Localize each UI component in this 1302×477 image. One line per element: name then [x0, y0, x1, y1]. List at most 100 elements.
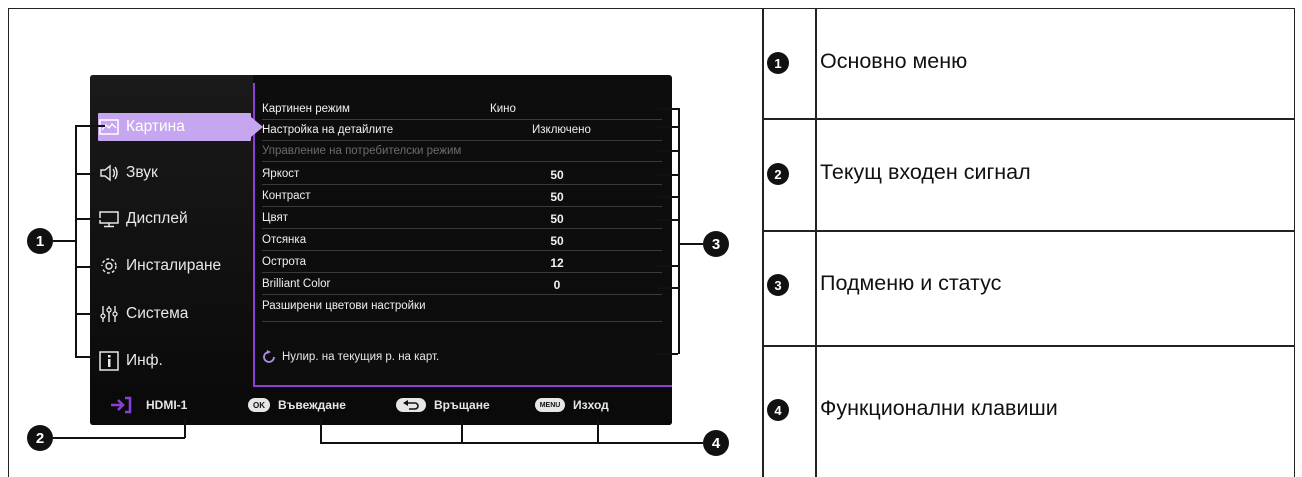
row-value: 50 — [550, 168, 564, 182]
callout-tick — [658, 265, 678, 267]
menu-badge: MENU — [535, 398, 565, 412]
picture-icon — [98, 116, 120, 138]
menu-item-label: Инсталиране — [126, 257, 222, 274]
row-label: Контраст — [262, 190, 311, 202]
callout-wire — [320, 442, 703, 444]
submenu-row-sharpness[interactable]: Острота 12 — [262, 252, 662, 273]
callout-wire — [461, 418, 463, 443]
callout-tick — [658, 287, 678, 289]
legend-number-1: 1 — [767, 52, 789, 74]
submenu-row-tint[interactable]: Отсянка 50 — [262, 230, 662, 251]
callout-tick — [75, 173, 97, 175]
row-label: Яркост — [262, 168, 300, 180]
callout-2: 2 — [27, 425, 53, 451]
menu-item-install[interactable]: Инсталиране — [98, 252, 221, 280]
info-icon — [98, 350, 120, 372]
menu-item-picture[interactable]: Картина — [98, 113, 263, 141]
table-divider — [762, 345, 1295, 347]
callout-tick — [658, 353, 678, 355]
row-label: Острота — [262, 256, 307, 268]
row-value: 50 — [550, 212, 564, 226]
row-label: Настройка на детайлите — [262, 124, 394, 136]
input-arrow-icon — [110, 396, 132, 414]
callout-wire — [320, 418, 322, 443]
menu-item-label: Инф. — [126, 352, 163, 369]
ok-enter-key[interactable]: OK Въвеждане — [248, 395, 346, 415]
submenu-row-brilliant-color[interactable]: Brilliant Color 0 — [262, 274, 662, 295]
callout-tick — [75, 266, 103, 268]
callout-wire — [678, 243, 703, 245]
callout-bracket — [75, 125, 77, 357]
submenu-row-contrast[interactable]: Контраст 50 — [262, 186, 662, 207]
back-key[interactable]: Връщане — [396, 395, 490, 415]
row-label: Цвят — [262, 212, 288, 224]
callout-tick — [658, 108, 678, 110]
callout-wire — [53, 240, 75, 242]
table-divider — [762, 8, 764, 477]
legend-number-4: 4 — [767, 399, 789, 421]
callout-tick — [75, 313, 97, 315]
back-label: Връщане — [434, 398, 490, 412]
callout-tick — [658, 196, 678, 198]
callout-wire — [184, 418, 186, 438]
menu-divider-bottom — [253, 385, 672, 387]
menu-item-label: Система — [126, 305, 189, 322]
row-label: Разширени цветови настройки — [262, 300, 426, 312]
callout-wire — [53, 437, 185, 439]
legend-text-input-signal: Текущ входен сигнал — [820, 160, 1031, 184]
callout-tick — [75, 356, 97, 358]
menu-item-label: Картина — [126, 118, 185, 135]
input-source-label: HDMI-1 — [146, 398, 188, 412]
row-value: 0 — [553, 278, 561, 292]
menu-item-info[interactable]: Инф. — [98, 347, 163, 375]
callout-tick — [658, 219, 678, 221]
legend-text-main-menu: Основно меню — [820, 49, 968, 73]
submenu-row-user-mode: Управление на потребителски режим — [262, 141, 662, 162]
callout-tick — [658, 126, 678, 128]
speaker-icon — [98, 162, 120, 184]
legend-number-2: 2 — [767, 163, 789, 185]
callout-tick — [75, 125, 105, 127]
submenu-row-detail-setting[interactable]: Настройка на детайлите Изключено — [262, 120, 662, 141]
row-value: 50 — [550, 190, 564, 204]
table-divider — [815, 8, 817, 477]
callout-4: 4 — [703, 430, 729, 456]
callout-1: 1 — [27, 228, 53, 254]
menu-item-display[interactable]: Дисплей — [98, 205, 188, 233]
menu-item-label: Дисплей — [126, 210, 188, 227]
menu-item-system[interactable]: Система — [98, 300, 188, 328]
row-label: Отсянка — [262, 234, 307, 246]
row-value: Изключено — [532, 124, 591, 136]
ok-badge: OK — [248, 398, 270, 412]
submenu-row-brightness[interactable]: Яркост 50 — [262, 164, 662, 185]
table-divider — [762, 230, 1295, 232]
ok-label: Въвеждане — [278, 398, 346, 412]
menu-item-label: Звук — [126, 164, 158, 181]
osd-menu-screen: Картина Звук Дисплей Инсталиране Система… — [90, 75, 672, 425]
callout-3: 3 — [703, 231, 729, 257]
menu-exit-label: Изход — [573, 398, 609, 412]
legend-number-3: 3 — [767, 274, 789, 296]
callout-wire — [597, 418, 599, 443]
reset-icon — [262, 350, 276, 364]
row-value: 12 — [550, 256, 564, 270]
callout-tick — [658, 174, 678, 176]
back-arrow-icon — [396, 398, 426, 412]
row-label: Управление на потребителски режим — [262, 145, 462, 157]
legend-text-submenu: Подменю и статус — [820, 271, 1002, 295]
reset-label: Нулир. на текущия р. на карт. — [282, 351, 440, 363]
sliders-icon — [98, 303, 120, 325]
row-label: Картинен режим — [262, 103, 350, 115]
table-divider — [762, 118, 1295, 120]
submenu-row-advanced-color[interactable]: Разширени цветови настройки — [262, 296, 662, 322]
menu-exit-key[interactable]: MENU Изход — [535, 395, 609, 415]
legend-text-function-keys: Функционални клавиши — [820, 396, 1058, 420]
reset-picture-mode-button[interactable]: Нулир. на текущия р. на карт. — [262, 345, 662, 369]
row-value: Кино — [490, 103, 516, 115]
input-source-status: HDMI-1 — [110, 395, 187, 415]
submenu-row-color[interactable]: Цвят 50 — [262, 208, 662, 229]
callout-tick — [658, 150, 678, 152]
row-value: 50 — [550, 234, 564, 248]
menu-item-sound[interactable]: Звук — [98, 159, 158, 187]
submenu-row-picture-mode[interactable]: Картинен режим Кино — [262, 99, 662, 120]
